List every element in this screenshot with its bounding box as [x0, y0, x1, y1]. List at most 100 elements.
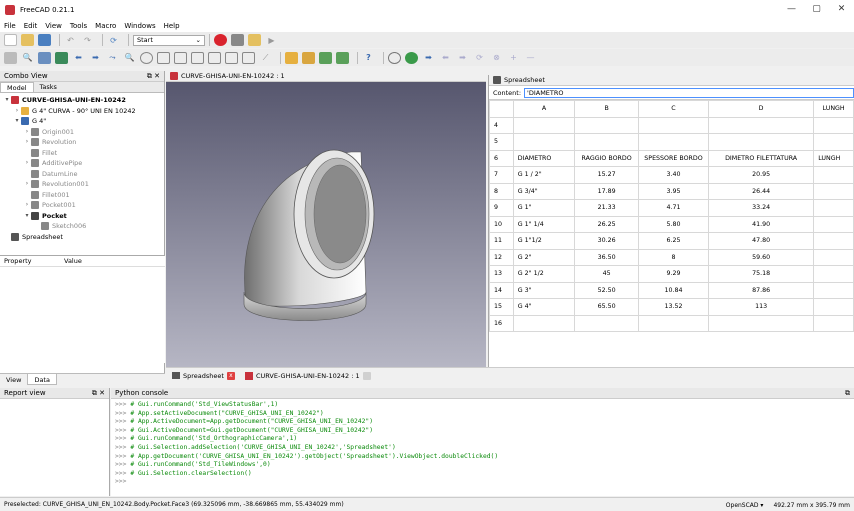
content-input[interactable]: 'DIAMETRO: [524, 87, 854, 98]
menu-view[interactable]: View: [45, 22, 62, 30]
expand-arrow-icon[interactable]: ›: [23, 137, 31, 148]
cell[interactable]: 26.44: [707, 182, 815, 200]
tree-item[interactable]: › Revolution: [0, 137, 164, 148]
no-selection-icon[interactable]: [388, 51, 401, 64]
back-arrow-icon[interactable]: ⬅: [72, 52, 85, 64]
zoom-in-icon[interactable]: +: [507, 52, 520, 64]
cell[interactable]: 4.71: [638, 199, 709, 217]
cell[interactable]: SPESSORE BORDO: [638, 149, 709, 167]
tree-item[interactable]: › AdditivePipe: [0, 158, 164, 169]
stop-icon[interactable]: ⊗: [490, 52, 503, 64]
tree-item[interactable]: ▾ G 4": [0, 116, 164, 127]
tree-item[interactable]: DatumLine: [0, 169, 164, 180]
row-header[interactable]: 8: [489, 182, 514, 200]
row-header[interactable]: 5: [489, 133, 514, 151]
spreadsheet-grid[interactable]: A B C D LUNGH 4 5 6 DIAMETRO RAGGIO BORDO SPESSOR…: [489, 100, 854, 332]
cell[interactable]: 75.18: [707, 265, 815, 283]
navigation-style-selector[interactable]: OpenSCAD ▾: [726, 502, 764, 509]
tree-item[interactable]: › Revolution001: [0, 179, 164, 190]
cell[interactable]: 30.26: [574, 232, 640, 250]
row-header[interactable]: 12: [489, 248, 514, 266]
stop-macro-icon[interactable]: [231, 34, 244, 46]
cell[interactable]: [813, 232, 854, 250]
doc-tab-spreadsheet[interactable]: Spreadsheet x: [172, 371, 235, 380]
cell[interactable]: [813, 281, 854, 299]
cell[interactable]: [813, 265, 854, 283]
cell[interactable]: [638, 133, 709, 151]
minimize-button[interactable]: —: [779, 0, 804, 19]
pipe-elbow-model[interactable]: [166, 82, 486, 366]
fit-selection-icon[interactable]: 🔍: [21, 52, 34, 64]
cell[interactable]: [512, 314, 576, 332]
rear-view-icon[interactable]: [208, 51, 221, 64]
cell[interactable]: G 3/4": [512, 182, 576, 200]
cell[interactable]: [638, 116, 709, 134]
close-tab-icon[interactable]: [362, 371, 371, 380]
panel-float-icon[interactable]: ⧉: [845, 389, 850, 398]
row-header[interactable]: 6: [489, 149, 514, 167]
cell[interactable]: 26.25: [574, 215, 640, 233]
cell[interactable]: 20.95: [707, 166, 815, 184]
bounding-box-icon[interactable]: [55, 51, 68, 64]
open-folder-icon[interactable]: [21, 34, 34, 46]
menu-file[interactable]: File: [4, 22, 16, 30]
part-icon[interactable]: [285, 51, 298, 64]
tab-view[interactable]: View: [0, 374, 27, 385]
menu-edit[interactable]: Edit: [24, 22, 38, 30]
cell[interactable]: [707, 116, 815, 134]
tree-item[interactable]: ▾ Pocket: [0, 211, 164, 222]
corner-cell[interactable]: [489, 100, 514, 118]
expand-arrow-icon[interactable]: ▾: [3, 95, 11, 106]
refresh-icon[interactable]: ⟳: [107, 34, 120, 46]
cell[interactable]: G 4": [512, 298, 576, 316]
cell[interactable]: [512, 133, 576, 151]
expand-arrow-icon[interactable]: ▾: [13, 116, 21, 127]
tab-model[interactable]: Model: [0, 82, 34, 92]
cell[interactable]: 9.29: [638, 265, 709, 283]
tree-item[interactable]: › Origin001: [0, 127, 164, 138]
cell[interactable]: [813, 133, 854, 151]
cell[interactable]: [813, 314, 854, 332]
expand-arrow-icon[interactable]: ›: [13, 106, 21, 117]
new-document-icon[interactable]: [4, 34, 17, 46]
cell[interactable]: DIMETRO FILETTATURA: [707, 149, 815, 167]
top-view-icon[interactable]: [174, 51, 187, 64]
measure-icon[interactable]: ⟋: [259, 52, 272, 64]
cell[interactable]: G 2" 1/2: [512, 265, 576, 283]
redo-icon[interactable]: ↷: [81, 34, 94, 46]
panel-controls[interactable]: ⧉ ✕: [147, 72, 160, 81]
zoom-icon[interactable]: 🔍: [123, 52, 136, 64]
cell[interactable]: 47.80: [707, 232, 815, 250]
doc-tab-3d-view[interactable]: CURVE-GHISA-UNI-EN-10242 : 1: [244, 371, 371, 380]
row-header[interactable]: 4: [489, 116, 514, 134]
forward-arrow-icon[interactable]: ➡: [89, 52, 102, 64]
cell[interactable]: 5.80: [638, 215, 709, 233]
cell[interactable]: [813, 298, 854, 316]
cell[interactable]: 33.24: [707, 199, 815, 217]
close-tab-icon[interactable]: x: [226, 371, 235, 380]
tab-data[interactable]: Data: [27, 374, 57, 385]
cell[interactable]: [813, 215, 854, 233]
link-actions-icon[interactable]: [336, 51, 349, 64]
tab-tasks[interactable]: Tasks: [34, 82, 63, 92]
cell[interactable]: [813, 166, 854, 184]
nav-back-icon[interactable]: ⬅: [439, 52, 452, 64]
cell[interactable]: [512, 116, 576, 134]
workbench-selector[interactable]: Start ⌄: [133, 34, 205, 46]
column-header[interactable]: D: [707, 100, 815, 118]
cell[interactable]: [707, 133, 815, 151]
cell[interactable]: [813, 182, 854, 200]
tree-item[interactable]: Fillet: [0, 148, 164, 159]
expand-arrow-icon[interactable]: ▾: [23, 211, 31, 222]
cell[interactable]: G 1": [512, 199, 576, 217]
row-header[interactable]: 15: [489, 298, 514, 316]
tree-item[interactable]: Spreadsheet: [0, 232, 164, 243]
cell[interactable]: 13.52: [638, 298, 709, 316]
cell[interactable]: [574, 133, 640, 151]
cell[interactable]: 87.86: [707, 281, 815, 299]
group-folder-icon[interactable]: [302, 51, 315, 64]
cell[interactable]: LUNGH: [813, 149, 854, 167]
link-icon[interactable]: ⤳: [106, 52, 119, 64]
row-header[interactable]: 14: [489, 281, 514, 299]
row-header[interactable]: 9: [489, 199, 514, 217]
